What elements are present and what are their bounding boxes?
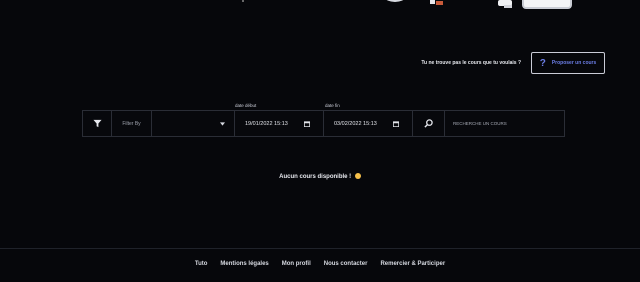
date-end-label: date fin — [325, 103, 340, 108]
search-input[interactable]: RECHERCHE UN COURS — [445, 111, 564, 136]
magnifier-icon — [424, 119, 433, 128]
hero-feet-illustration — [430, 0, 443, 5]
filter-funnel-icon — [92, 119, 102, 128]
filter-by-label: Filter By — [112, 111, 152, 136]
hero-circle — [377, 0, 413, 2]
question-mark-icon: ? — [539, 57, 546, 69]
footer-link-thanks[interactable]: Remercier & Participer — [380, 261, 445, 267]
footer-divider — [0, 248, 640, 249]
date-end-value: 03/02/2022 15:13 — [334, 120, 377, 127]
sad-face-icon — [354, 173, 361, 179]
filter-bar: Filter By 19/01/2022 15:13 03/02/2022 15… — [82, 110, 565, 137]
footer-link-tuto[interactable]: Tuto — [195, 261, 208, 267]
footer-nav: Tuto Mentions légales Mon profil Nous co… — [0, 261, 640, 267]
hero-illustration — [0, 0, 640, 12]
footer-link-profile[interactable]: Mon profil — [282, 261, 311, 267]
calendar-icon[interactable] — [393, 120, 399, 127]
footer-link-contact[interactable]: Nous contacter — [324, 261, 368, 267]
propose-course-button[interactable]: ? Proposer un cours — [531, 52, 605, 74]
dropdown-caret-icon — [220, 121, 225, 126]
propose-course-row: Tu ne trouve pas le cours que tu voulais… — [421, 52, 605, 74]
empty-message: Aucun cours disponible ! — [279, 174, 352, 180]
empty-state: Aucun cours disponible ! — [0, 173, 640, 180]
hero-dot — [242, 0, 244, 2]
filter-button[interactable] — [83, 111, 112, 136]
footer-link-legal[interactable]: Mentions légales — [220, 261, 268, 267]
calendar-icon[interactable] — [304, 120, 310, 127]
date-end-input[interactable]: 03/02/2022 15:13 — [324, 111, 413, 136]
date-start-value: 19/01/2022 15:13 — [245, 120, 288, 127]
date-start-label: date début — [235, 103, 257, 108]
propose-course-label: Proposer un cours — [551, 60, 597, 66]
hero-feet-illustration-2 — [498, 0, 512, 8]
search-button[interactable] — [413, 111, 445, 136]
filter-select[interactable] — [152, 111, 235, 136]
date-start-input[interactable]: 19/01/2022 15:13 — [235, 111, 324, 136]
propose-question: Tu ne trouve pas le cours que tu voulais… — [421, 60, 521, 66]
hero-card — [522, 0, 572, 9]
